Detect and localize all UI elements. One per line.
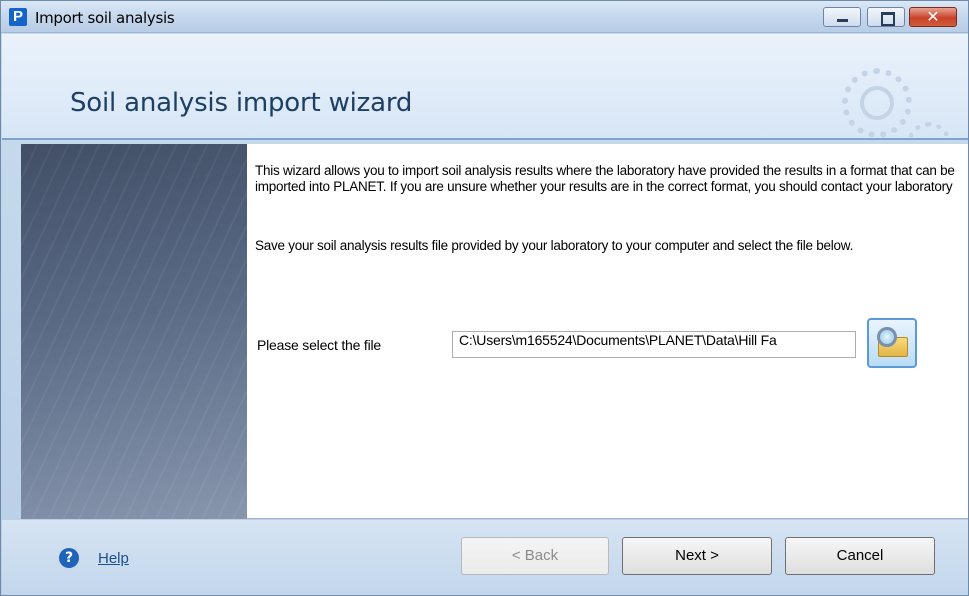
close-icon: ✕ xyxy=(926,7,940,26)
maximize-icon xyxy=(868,8,904,26)
intro-text: This wizard allows you to import soil an… xyxy=(255,163,955,194)
wizard-content: This wizard allows you to import soil an… xyxy=(247,144,968,519)
file-select-label: Please select the file xyxy=(257,337,382,353)
cancel-button[interactable]: Cancel xyxy=(785,537,935,575)
gear-icon-small xyxy=(907,122,951,138)
next-button[interactable]: Next > xyxy=(622,537,772,575)
magnifier-icon xyxy=(877,327,897,347)
back-button[interactable]: < Back xyxy=(461,537,609,575)
gear-icon-inner xyxy=(860,86,894,120)
window-title: Import soil analysis xyxy=(35,9,175,27)
minimize-icon xyxy=(824,8,860,26)
help-icon[interactable]: ? xyxy=(59,548,79,568)
maximize-button[interactable] xyxy=(867,7,905,27)
wizard-header: Soil analysis import wizard xyxy=(2,34,968,140)
help-link[interactable]: Help xyxy=(98,550,129,567)
wizard-footer: ? Help < Back Next > Cancel xyxy=(2,520,968,595)
side-decoration-panel xyxy=(21,144,247,519)
title-bar[interactable]: P Import soil analysis ✕ xyxy=(1,1,968,33)
close-button[interactable]: ✕ xyxy=(909,7,957,27)
browse-button[interactable] xyxy=(867,318,917,368)
file-path-input[interactable]: C:\Users\m165524\Documents\PLANET\Data\H… xyxy=(452,331,856,358)
instruction-text: Save your soil analysis results file pro… xyxy=(255,238,854,253)
wizard-title: Soil analysis import wizard xyxy=(70,88,413,118)
minimize-button[interactable] xyxy=(823,7,861,27)
app-icon: P xyxy=(9,8,27,26)
import-soil-analysis-window: P Import soil analysis ✕ Soil analysis i… xyxy=(0,0,969,596)
